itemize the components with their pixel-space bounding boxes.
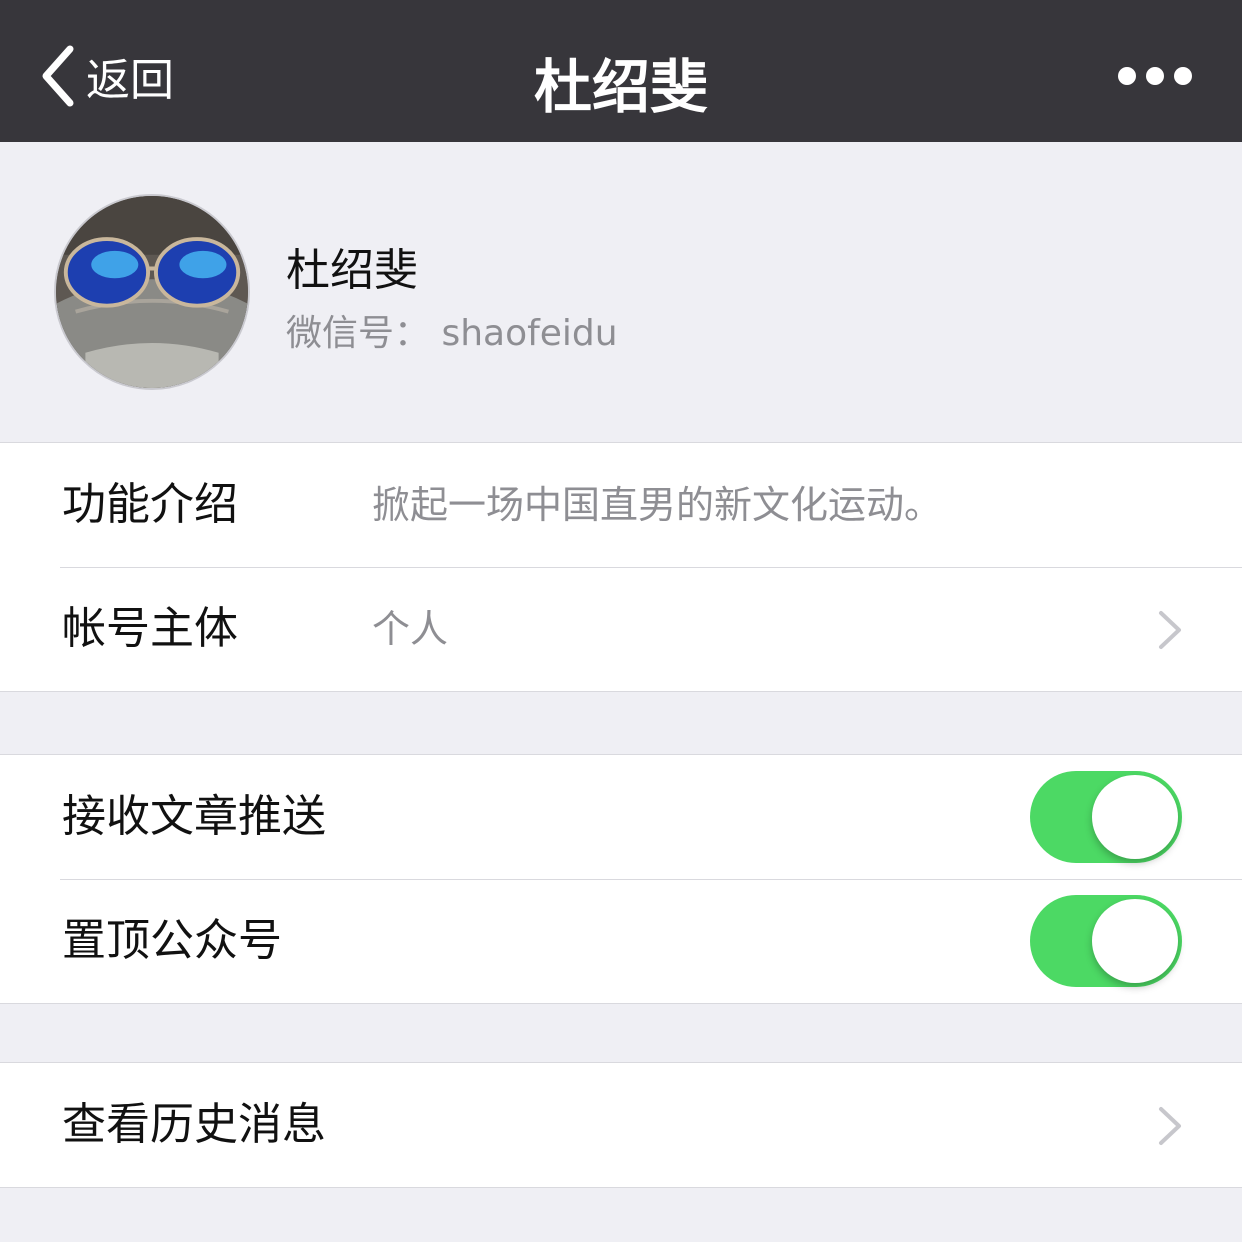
receive-push-toggle[interactable] <box>1030 771 1182 863</box>
account-value: 个人 <box>372 607 449 651</box>
page-title: 杜绍斐 <box>533 53 708 121</box>
more-dot <box>1118 67 1136 85</box>
pin-account-label: 置顶公众号 <box>62 915 282 966</box>
avatar-image <box>56 196 248 388</box>
wechat-id: 微信号： shaofeidu <box>286 313 618 354</box>
toggle-knob <box>1092 775 1178 859</box>
more-dot <box>1174 67 1192 85</box>
profile-name: 杜绍斐 <box>286 245 418 296</box>
avatar[interactable] <box>54 194 250 390</box>
settings-group: 接收文章推送 置顶公众号 <box>0 754 1242 1004</box>
more-dot <box>1146 67 1164 85</box>
more-options-icon[interactable] <box>1118 62 1192 90</box>
intro-row: 功能介绍 掀起一场中国直男的新文化运动。 <box>0 443 1242 567</box>
navigation-bar: 返回 杜绍斐 <box>0 0 1242 142</box>
history-label: 查看历史消息 <box>62 1099 326 1150</box>
intro-label: 功能介绍 <box>62 479 238 530</box>
history-row[interactable]: 查看历史消息 <box>0 1063 1242 1187</box>
chevron-right-icon <box>1159 1107 1181 1145</box>
pin-account-row: 置顶公众号 <box>0 879 1242 1003</box>
history-group: 查看历史消息 <box>0 1062 1242 1188</box>
info-group: 功能介绍 掀起一场中国直男的新文化运动。 帐号主体 个人 <box>0 442 1242 692</box>
intro-value: 掀起一场中国直男的新文化运动。 <box>372 483 943 527</box>
chevron-right-icon <box>1159 611 1181 649</box>
account-row[interactable]: 帐号主体 个人 <box>0 567 1242 691</box>
account-label: 帐号主体 <box>62 603 238 654</box>
receive-push-row: 接收文章推送 <box>0 755 1242 879</box>
profile-header: 杜绍斐 微信号： shaofeidu <box>0 142 1242 442</box>
toggle-knob <box>1092 899 1178 983</box>
receive-push-label: 接收文章推送 <box>62 791 326 842</box>
pin-account-toggle[interactable] <box>1030 895 1182 987</box>
